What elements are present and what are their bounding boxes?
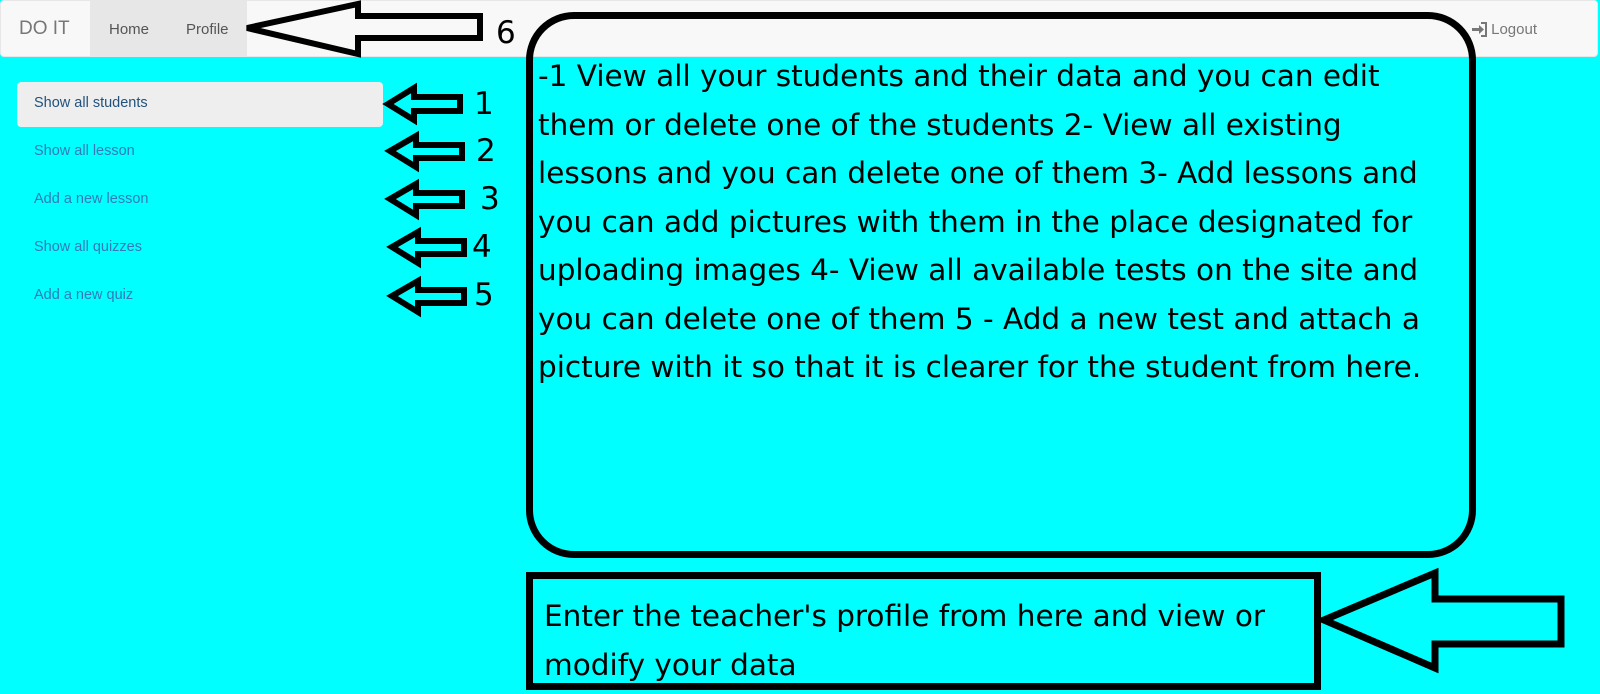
sidebar-item-show-all-lesson[interactable]: Show all lesson bbox=[17, 130, 383, 175]
brand-logo[interactable]: DO IT bbox=[19, 18, 70, 40]
logout-label: Logout bbox=[1491, 21, 1537, 38]
annotation-arrow-2 bbox=[384, 130, 465, 173]
sign-in-icon bbox=[1472, 22, 1488, 37]
annotation-arrow-4 bbox=[386, 226, 467, 269]
annotation-number-5: 5 bbox=[474, 277, 494, 313]
annotation-arrow-3 bbox=[384, 178, 465, 221]
profile-callout-text: Enter the teacher's profile from here an… bbox=[544, 599, 1265, 682]
nav-profile-link[interactable]: Profile bbox=[186, 21, 229, 38]
sidebar-item-add-new-quiz[interactable]: Add a new quiz bbox=[17, 274, 383, 319]
annotation-number-6: 6 bbox=[496, 15, 516, 51]
annotation-number-1: 1 bbox=[474, 86, 494, 122]
annotation-number-3: 3 bbox=[480, 181, 500, 217]
main-callout-text: -1 View all your students and their data… bbox=[538, 59, 1422, 384]
annotation-number-4: 4 bbox=[472, 229, 492, 265]
sidebar-item-show-all-quizzes[interactable]: Show all quizzes bbox=[17, 226, 383, 271]
nav-home-link[interactable]: Home bbox=[109, 21, 149, 38]
sidebar-item-add-new-lesson[interactable]: Add a new lesson bbox=[17, 178, 383, 223]
annotation-number-2: 2 bbox=[476, 133, 496, 169]
annotation-arrow-profile bbox=[1315, 567, 1565, 674]
annotation-arrow-1 bbox=[382, 82, 463, 126]
logout-button[interactable]: Logout bbox=[1471, 21, 1537, 38]
sidebar-item-show-all-students[interactable]: Show all students bbox=[17, 82, 383, 127]
annotation-arrow-5 bbox=[386, 275, 467, 318]
